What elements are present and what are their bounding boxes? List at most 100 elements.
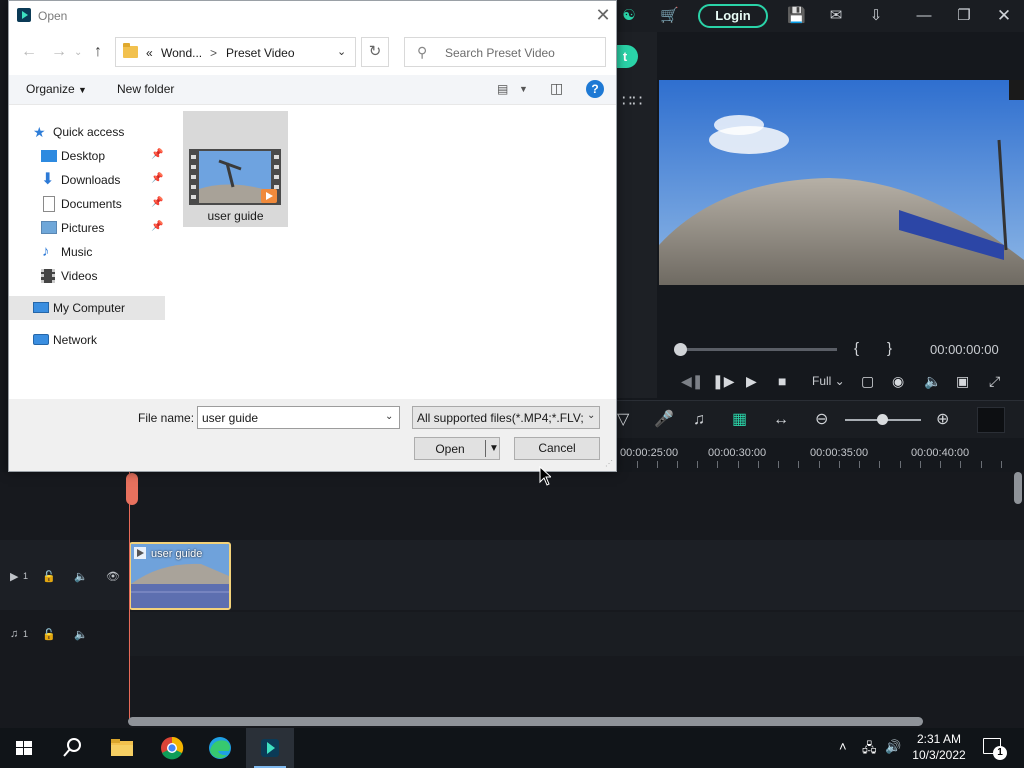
download-icon[interactable]: ⇩	[867, 7, 885, 25]
audio-track-icon: ♫	[10, 628, 19, 640]
lock-icon[interactable]: 🔓	[42, 628, 56, 641]
breadcrumb-item[interactable]: Wond...	[161, 46, 202, 60]
auto-ripple-icon[interactable]: ▦	[732, 411, 747, 429]
address-bar[interactable]: « Wond... > Preset Video ⌄	[115, 37, 356, 67]
chevron-down-icon[interactable]: ⌄	[385, 411, 393, 422]
back-arrow-icon[interactable]: ←	[21, 43, 37, 61]
caret-down-icon[interactable]: ▼	[519, 84, 528, 94]
snapshot-icon[interactable]: ◉	[892, 373, 904, 389]
breadcrumb-item[interactable]: Preset Video	[226, 46, 295, 60]
chrome-button[interactable]	[148, 728, 196, 768]
forward-arrow-icon[interactable]: →	[51, 43, 67, 61]
zoom-out-icon[interactable]: ⊖	[815, 411, 828, 429]
search-input[interactable]: ⚲ Search Preset Video	[404, 37, 606, 67]
file-type-select[interactable]: All supported files(*.MP4;*.FLV;	[412, 406, 600, 429]
nav-item-network[interactable]: Network	[9, 328, 165, 352]
stop-icon[interactable]: ■	[778, 373, 786, 389]
playhead-handle[interactable]	[126, 473, 138, 505]
mark-in-button[interactable]: {	[854, 340, 859, 357]
help-icon[interactable]: ?	[586, 80, 604, 98]
track-layout-icon[interactable]	[977, 407, 1005, 433]
pin-icon[interactable]: 📌	[151, 197, 163, 208]
change-view-icon[interactable]: ▤	[497, 82, 508, 96]
show-hidden-icons-icon[interactable]: ˄	[839, 739, 847, 754]
file-name-input[interactable]	[197, 406, 400, 429]
timeline-clip[interactable]: user guide	[129, 542, 231, 610]
zoom-slider-handle[interactable]	[877, 414, 888, 425]
login-button[interactable]: Login	[698, 4, 768, 28]
display-icon[interactable]: ▢	[861, 373, 874, 389]
audio-track-row[interactable]	[128, 612, 1024, 656]
navigation-pane: ★ Quick access Desktop 📌 ⬇ Downloads 📌 D…	[9, 113, 165, 393]
fit-timeline-icon[interactable]: ↔	[773, 411, 789, 429]
audio-mix-icon[interactable]: ♫	[693, 411, 705, 429]
nav-item-quick-access[interactable]: ★ Quick access	[9, 120, 165, 144]
refresh-button[interactable]: ↻	[361, 37, 389, 67]
nav-item-documents[interactable]: Documents 📌	[9, 192, 165, 216]
pin-icon[interactable]: 📌	[151, 221, 163, 232]
nav-item-pictures[interactable]: Pictures 📌	[9, 216, 165, 240]
resize-grip-icon[interactable]: ⋰	[605, 459, 613, 468]
document-icon	[43, 196, 55, 212]
headset-icon[interactable]: ☯	[620, 7, 638, 25]
mail-icon[interactable]: ✉	[827, 7, 845, 25]
pin-icon[interactable]: 📌	[151, 149, 163, 160]
nav-item-videos[interactable]: Videos	[9, 264, 165, 288]
open-button[interactable]: Open ▼	[414, 437, 500, 460]
nav-item-my-computer[interactable]: My Computer	[9, 296, 165, 320]
volume-icon[interactable]: 🔊	[885, 739, 901, 755]
nav-item-desktop[interactable]: Desktop 📌	[9, 144, 165, 168]
layout-icon[interactable]: ▣	[956, 373, 969, 389]
edge-button[interactable]	[196, 728, 244, 768]
taskbar-clock[interactable]: 2:31 AM 10/3/2022	[906, 731, 972, 763]
close-icon[interactable]: ✕	[593, 5, 613, 25]
folder-icon	[111, 739, 133, 756]
cancel-button[interactable]: Cancel	[514, 437, 600, 460]
horizontal-scrollbar[interactable]	[128, 717, 923, 726]
chevron-down-icon[interactable]: ⌄	[337, 45, 346, 58]
organize-menu[interactable]: Organize ▼	[26, 82, 87, 96]
preview-pane-icon[interactable]: ◫	[550, 80, 563, 97]
microphone-icon[interactable]: 🎤	[654, 411, 674, 429]
recent-locations-icon[interactable]: ⌄	[74, 47, 82, 58]
minimize-icon[interactable]: —	[915, 7, 933, 25]
fullscreen-icon[interactable]: ⤢	[989, 373, 1000, 389]
chevron-down-icon[interactable]: ⌄	[587, 410, 595, 421]
file-explorer-button[interactable]	[98, 728, 146, 768]
vertical-scrollbar[interactable]	[1014, 472, 1022, 504]
mute-icon[interactable]: 🔈	[74, 628, 88, 641]
new-folder-button[interactable]: New folder	[117, 82, 174, 96]
play-icon[interactable]: ▶	[746, 373, 757, 389]
lock-icon[interactable]: 🔓	[42, 570, 56, 583]
restore-icon[interactable]: ❐	[955, 7, 973, 25]
taskbar-search-button[interactable]	[48, 728, 96, 768]
video-track-row[interactable]	[128, 540, 1024, 610]
nav-item-downloads[interactable]: ⬇ Downloads 📌	[9, 168, 165, 192]
caret-down-icon[interactable]: ▼	[489, 443, 499, 454]
mute-icon[interactable]: 🔈	[74, 570, 88, 583]
network-icon[interactable]: 🖧	[862, 739, 877, 761]
marker-icon[interactable]: ▽	[617, 411, 629, 429]
step-back-icon[interactable]: ◀❚	[681, 373, 704, 389]
volume-icon[interactable]: 🔈	[924, 373, 941, 389]
scrubber-track[interactable]	[681, 348, 837, 351]
zoom-select[interactable]: Full ⌄	[812, 374, 845, 388]
nav-item-music[interactable]: ♪ Music	[9, 240, 165, 264]
play-frame-icon[interactable]: ❚▶	[712, 373, 735, 389]
cart-icon[interactable]: 🛒	[660, 7, 679, 25]
eye-icon[interactable]: 👁	[106, 570, 120, 583]
start-button[interactable]	[0, 728, 48, 768]
up-arrow-icon[interactable]: ↑	[94, 43, 102, 61]
pin-icon[interactable]: 📌	[151, 173, 163, 184]
breadcrumb-overflow[interactable]: «	[146, 46, 153, 60]
mark-out-button[interactable]: }	[887, 340, 892, 357]
grid-icon[interactable]: ∷∷	[622, 91, 642, 111]
dialog-titlebar[interactable]: Open ✕	[9, 1, 616, 31]
save-icon[interactable]: 💾	[787, 7, 806, 25]
close-icon[interactable]: ✕	[995, 7, 1013, 25]
scrubber-handle[interactable]	[674, 343, 687, 356]
filmora-button[interactable]	[246, 728, 294, 768]
file-item[interactable]: user guide	[183, 111, 288, 227]
zoom-in-icon[interactable]: ⊕	[936, 411, 949, 429]
ruler-tick	[920, 461, 921, 468]
